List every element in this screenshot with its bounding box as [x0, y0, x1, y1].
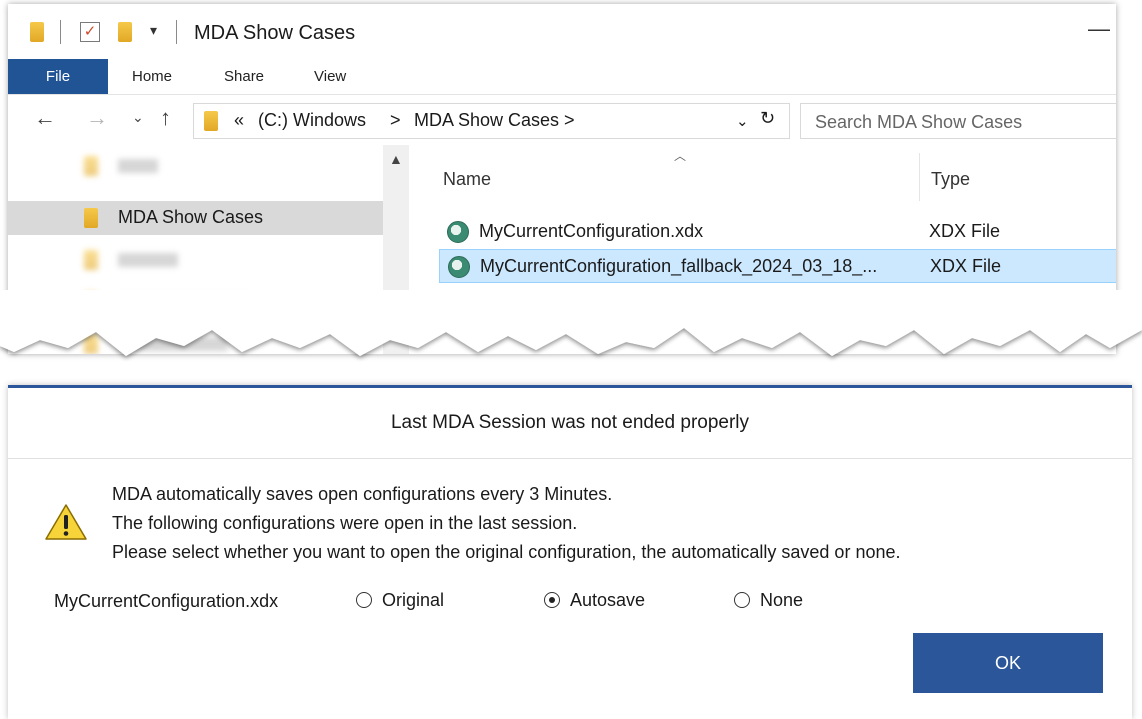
breadcrumb-separator[interactable]: >: [564, 110, 575, 131]
dialog-title: Last MDA Session was not ended properly: [390, 412, 750, 433]
nav-item-mda-show-cases[interactable]: MDA Show Cases: [8, 201, 383, 235]
recent-locations-chevron-icon[interactable]: ⌄: [132, 109, 144, 126]
search-input[interactable]: [813, 106, 1116, 138]
file-row[interactable]: MyCurrentConfiguration.xdx XDX File: [439, 215, 1116, 249]
refresh-icon[interactable]: ↻: [760, 108, 775, 129]
radio-circle[interactable]: [734, 592, 750, 608]
sort-ascending-icon: ︿: [674, 149, 687, 163]
file-name: MyCurrentConfiguration_fallback_2024_03_…: [480, 256, 878, 276]
nav-item-label: MDA Show Cases: [118, 207, 264, 227]
warning-icon: [45, 504, 87, 540]
tab-home[interactable]: Home: [132, 68, 172, 85]
folder-icon: [30, 22, 44, 42]
column-header-type[interactable]: Type: [931, 169, 970, 190]
radio-label[interactable]: Original: [382, 590, 444, 611]
window-title: MDA Show Cases: [194, 22, 356, 44]
folder-icon: [84, 156, 98, 176]
radio-label[interactable]: None: [760, 590, 803, 611]
folder-icon: [204, 111, 218, 131]
breadcrumb-overflow[interactable]: «: [234, 110, 244, 131]
session-recovery-dialog: Last MDA Session was not ended properly …: [8, 385, 1132, 719]
xdx-file-icon: [447, 221, 469, 243]
dialog-message-line: MDA automatically saves open configurati…: [112, 484, 613, 504]
tab-file[interactable]: File: [8, 59, 108, 94]
divider: [176, 20, 177, 44]
tab-share[interactable]: Share: [224, 68, 264, 85]
radio-circle[interactable]: [356, 592, 372, 608]
column-divider[interactable]: [919, 153, 920, 201]
properties-check-icon[interactable]: ✓: [80, 22, 100, 42]
new-folder-icon[interactable]: [118, 22, 132, 42]
folder-icon: [84, 208, 98, 228]
divider: [60, 20, 61, 44]
radio-label[interactable]: Autosave: [570, 590, 645, 611]
breadcrumb-item-windows[interactable]: (C:) Windows: [258, 110, 366, 131]
breadcrumb-item-mda-show-cases[interactable]: MDA Show Cases: [414, 110, 559, 131]
file-row-selected[interactable]: MyCurrentConfiguration_fallback_2024_03_…: [439, 249, 1116, 283]
address-row: ← → ⌄ ↑ « (C:) Windows > MDA Show Cases …: [8, 95, 1116, 145]
file-type: XDX File: [929, 221, 1001, 241]
nav-item-label: [118, 253, 178, 267]
dialog-message-line: The following configurations were open i…: [112, 513, 578, 533]
up-arrow-icon[interactable]: ↑: [160, 105, 171, 131]
ok-button[interactable]: OK: [913, 633, 1103, 693]
torn-edge-decoration: [0, 290, 1142, 356]
folder-icon: [84, 250, 98, 270]
config-name-label: MyCurrentConfiguration.xdx: [54, 591, 279, 611]
scroll-up-icon[interactable]: ▲: [389, 151, 403, 167]
file-type: XDX File: [930, 256, 1002, 276]
breadcrumb-separator[interactable]: >: [390, 110, 401, 131]
divider: [8, 458, 1132, 459]
tab-view[interactable]: View: [314, 68, 346, 85]
back-arrow-icon[interactable]: ←: [34, 105, 56, 131]
column-header-name[interactable]: Name: [443, 169, 491, 190]
forward-arrow-icon[interactable]: →: [86, 105, 108, 131]
address-dropdown-icon[interactable]: ⌄: [736, 112, 749, 130]
nav-item-label: [118, 159, 158, 173]
dialog-message-line: Please select whether you want to open t…: [112, 542, 901, 562]
nav-item[interactable]: [8, 149, 383, 183]
title-bar: ✓ ▾ MDA Show Cases —: [8, 4, 1116, 59]
search-box[interactable]: [800, 103, 1116, 139]
ribbon-tabs: File Home Share View: [8, 59, 1116, 95]
file-name: MyCurrentConfiguration.xdx: [479, 221, 704, 241]
xdx-file-icon: [448, 256, 470, 278]
nav-item[interactable]: [8, 243, 383, 277]
minimize-icon[interactable]: —: [1088, 16, 1110, 42]
radio-circle[interactable]: [544, 592, 560, 608]
address-bar[interactable]: « (C:) Windows > MDA Show Cases > ⌄ ↻: [193, 103, 790, 139]
quick-access-dropdown-icon[interactable]: ▾: [150, 22, 157, 39]
